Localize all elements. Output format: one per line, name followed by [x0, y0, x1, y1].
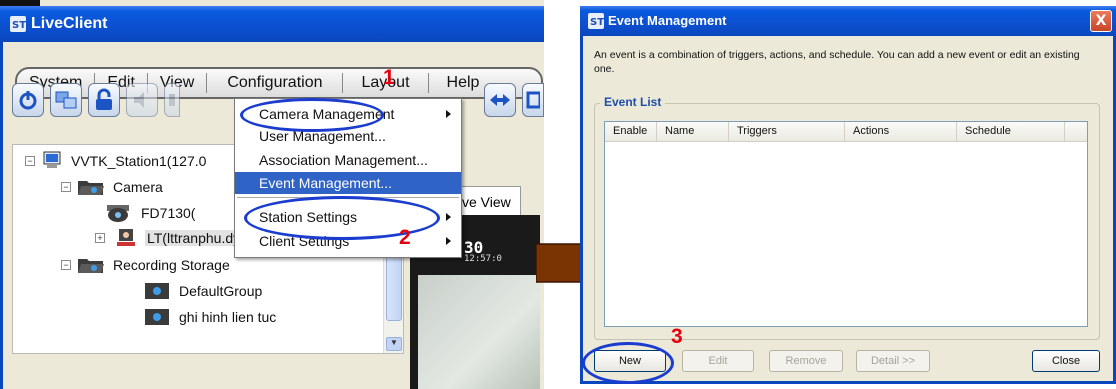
dialog-title: Event Management [608, 13, 727, 28]
storage-group-icon [143, 307, 171, 327]
event-list-table[interactable]: Enable Name Triggers Actions Schedule [604, 121, 1088, 327]
arrows-icon [490, 94, 510, 106]
computer-icon [41, 151, 63, 171]
column-actions[interactable]: Actions [845, 122, 957, 142]
column-name[interactable]: Name [657, 122, 729, 142]
expand-icon[interactable]: + [95, 233, 105, 243]
column-enable[interactable]: Enable [605, 122, 657, 142]
window-title: LiveClient [31, 15, 108, 32]
liveclient-titlebar[interactable]: ST LiveClient [0, 6, 544, 42]
storage-group-icon [143, 281, 171, 301]
callout-new-button [582, 342, 674, 384]
step-number-2: 2 [399, 226, 411, 249]
collapse-icon[interactable]: − [61, 260, 71, 270]
submenu-arrow-icon [446, 237, 451, 245]
app-logo-icon: ST [10, 16, 26, 32]
step-number-1: 1 [383, 66, 395, 89]
edit-button[interactable]: Edit [682, 350, 754, 372]
power-button[interactable] [12, 83, 44, 117]
toolbar-button[interactable] [164, 83, 180, 117]
folder-icon [77, 256, 105, 274]
tab-live-view[interactable]: ve View [455, 186, 521, 216]
menu-item-label: Event Management... [259, 175, 393, 191]
toolbar-button-partial[interactable] [522, 83, 544, 117]
folder-icon [77, 178, 105, 196]
box-camera-icon [115, 227, 137, 249]
liveclient-window: ST LiveClient System Edit View Configura… [0, 0, 544, 389]
camera-folder-label: Camera [113, 179, 163, 195]
video-timestamp: 12:57:0 [464, 254, 502, 264]
audio-button[interactable] [126, 83, 158, 117]
column-triggers[interactable]: Triggers [729, 122, 845, 142]
dialog-titlebar[interactable]: ST Event Management X [580, 6, 1116, 36]
submenu-arrow-icon [446, 213, 451, 221]
volume-icon [134, 92, 144, 108]
network-computer-icon [55, 91, 77, 109]
power-icon [19, 91, 37, 110]
lock-button[interactable] [88, 83, 120, 117]
remove-button[interactable]: Remove [769, 350, 843, 372]
collapse-icon[interactable]: − [25, 156, 35, 166]
grid-icon [526, 91, 540, 109]
svg-text:ST: ST [590, 17, 604, 28]
step-number-3: 3 [671, 325, 683, 348]
lock-icon [96, 88, 112, 110]
camera-1-label: FD7130( [141, 205, 196, 221]
app-logo-icon: ST [588, 13, 604, 29]
recording-folder-label: Recording Storage [113, 257, 230, 273]
connect-button[interactable] [50, 83, 82, 117]
tree-row-group-2[interactable]: ghi hinh lien tuc [143, 305, 276, 329]
video-feed [418, 275, 540, 389]
tree-row-station[interactable]: − VVTK_Station1(127.0 [25, 149, 206, 173]
tree-row-camera[interactable]: − Camera [61, 175, 163, 199]
layout-button[interactable] [484, 83, 516, 117]
table-header: Enable Name Triggers Actions Schedule [605, 122, 1087, 142]
callout-camera-management [240, 98, 384, 132]
close-icon[interactable]: X [1090, 10, 1112, 32]
menu-item-event-management[interactable]: Event Management... [235, 172, 461, 194]
close-button[interactable]: Close [1032, 350, 1100, 372]
submenu-arrow-icon [446, 110, 451, 118]
menu-item-label: Association Management... [259, 152, 428, 168]
detail-button[interactable]: Detail >> [856, 350, 930, 372]
scroll-down-icon[interactable]: ▼ [386, 337, 402, 351]
dialog-description: An event is a combination of triggers, a… [594, 49, 1080, 75]
station-label: VVTK_Station1(127.0 [71, 153, 207, 169]
group-2-label: ghi hinh lien tuc [179, 309, 277, 325]
generic-icon [169, 94, 175, 106]
event-list-label: Event List [600, 95, 666, 109]
dome-camera-icon [103, 203, 133, 223]
menu-item-association-management[interactable]: Association Management... [235, 149, 461, 171]
tree-row-group-1[interactable]: DefaultGroup [143, 279, 262, 303]
collapse-icon[interactable]: − [61, 182, 71, 192]
group-1-label: DefaultGroup [179, 283, 263, 299]
column-schedule[interactable]: Schedule [957, 122, 1065, 142]
tree-row-recording[interactable]: − Recording Storage [61, 253, 230, 277]
svg-text:ST: ST [12, 20, 26, 31]
tree-row-camera-1[interactable]: FD7130( [103, 201, 195, 225]
